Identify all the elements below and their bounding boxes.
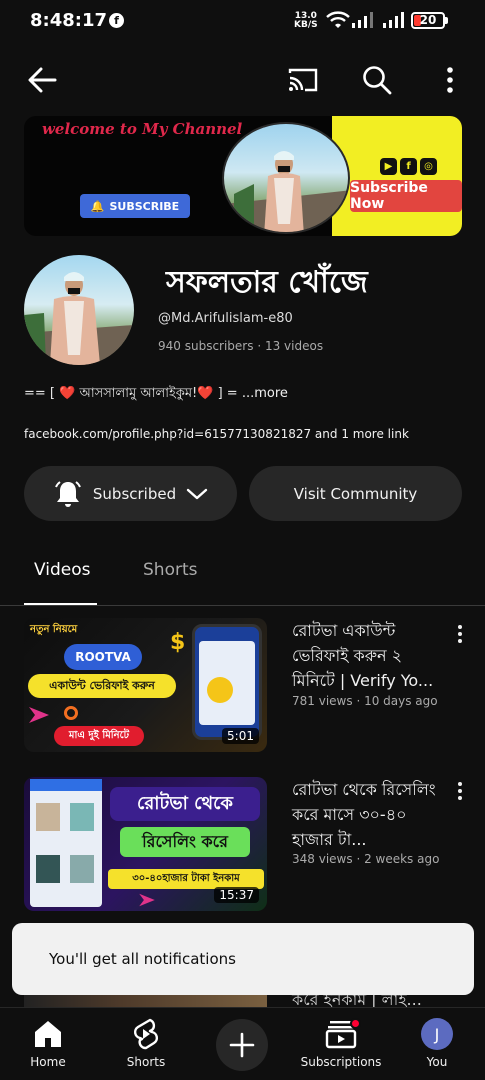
video-age: 10 days ago (364, 694, 438, 708)
video-duration: 15:37 (214, 887, 259, 903)
thumb-phone (192, 624, 262, 740)
tab-videos[interactable]: Videos (34, 560, 91, 580)
notification-toast: You'll get all notifications (12, 923, 474, 995)
nav-shorts-label: Shorts (126, 1055, 166, 1069)
subscribed-label: Subscribed (92, 484, 177, 503)
video-thumbnail[interactable]: রোটভা থেকে রিসেলিং করে ৩০-৪০হাজার টাকা ই… (24, 777, 267, 911)
visit-community-button[interactable]: Visit Community (249, 466, 462, 521)
battery-icon: 20 (411, 12, 445, 29)
rootva-logo-icon (139, 893, 155, 907)
subscribed-button[interactable]: Subscribed (24, 466, 237, 521)
nav-home[interactable]: Home (22, 1008, 74, 1080)
search-icon (363, 66, 392, 95)
banner-subscribe-graphic: 🔔 SUBSCRIBE (80, 194, 190, 218)
banner-social-icons: ▶ f ◎ (380, 158, 437, 175)
bell-icon: 🔔 (90, 199, 105, 213)
thumb-caption: একাউন্ট ভেরিফাই করুন (28, 674, 176, 698)
banner-welcome-text: welcome to My Channel (42, 120, 243, 138)
video-count: 13 videos (264, 339, 324, 353)
battery-level: 20 (419, 13, 437, 27)
meta-separator: · (257, 339, 265, 353)
home-icon (35, 1021, 61, 1047)
description-more-link[interactable]: ...more (242, 386, 288, 401)
channel-banner: welcome to My Channel 🔔 SUBSCRIBE ▶ f ◎ … (24, 116, 462, 236)
cast-button[interactable] (285, 62, 321, 98)
signal-icon-sim2 (383, 12, 404, 28)
instagram-icon: ◎ (420, 158, 437, 175)
banner-subscribe-label: SUBSCRIBE (109, 199, 180, 213)
back-arrow-icon (28, 67, 57, 93)
next-video-thumbnail-peek[interactable] (24, 995, 267, 1007)
nav-subscriptions-label: Subscriptions (300, 1055, 382, 1069)
video-thumbnail[interactable]: নতুন নিয়মে ROOTVA একাউন্ট ভেরিফাই করুন … (24, 618, 267, 752)
more-vert-icon (458, 625, 462, 629)
more-vert-icon (447, 67, 453, 93)
thumb-line1: রোটভা থেকে (110, 787, 260, 821)
toast-message: You'll get all notifications (49, 950, 236, 968)
nav-you[interactable]: J You (413, 1008, 461, 1080)
search-button[interactable] (359, 62, 395, 98)
signal-icon-sim1 (352, 12, 373, 28)
channel-stats: 940 subscribers · 13 videos (158, 339, 323, 353)
tab-shorts[interactable]: Shorts (143, 560, 197, 580)
bell-icon (54, 480, 81, 507)
video-views: 348 views (292, 852, 353, 866)
wifi-icon (326, 11, 350, 28)
channel-avatar[interactable] (24, 255, 134, 365)
more-vert-icon (458, 782, 462, 786)
status-bar: 8:48:17 f 13.0 KB/S 20 (0, 0, 485, 44)
subscriber-count: 940 subscribers (158, 339, 254, 353)
video-menu-button[interactable] (450, 779, 470, 803)
video-menu-button[interactable] (450, 622, 470, 646)
rootva-logo-icon (29, 707, 49, 723)
nav-shorts[interactable]: Shorts (120, 1008, 172, 1080)
description-text: == [ ❤️ আসসালামু আলাইকুম!❤️ ] = (24, 386, 242, 401)
plus-icon (229, 1032, 255, 1058)
banner-subscribe-now: Subscribe Now (350, 180, 462, 212)
account-avatar: J (421, 1018, 453, 1050)
tabs-divider (0, 605, 485, 606)
thumb-line2: রিসেলিং করে (120, 827, 250, 857)
youtube-icon: ▶ (380, 158, 397, 175)
video-age: 2 weeks ago (364, 852, 440, 866)
cast-icon (288, 68, 318, 92)
create-button[interactable] (216, 1019, 268, 1071)
video-meta: 781 views · 10 days ago (292, 694, 438, 708)
status-time: 8:48:17 (30, 10, 108, 31)
thumb-brand: ROOTVA (64, 644, 142, 670)
thumb-footer: মাএ দুই মিনিটে (54, 726, 144, 746)
thumb-line3: ৩০-৪০হাজার টাকা ইনকাম (108, 869, 264, 889)
visit-community-label: Visit Community (293, 484, 418, 503)
network-speed-unit: KB/S (294, 20, 318, 30)
channel-handle: @Md.Arifulislam-e80 (158, 311, 293, 326)
shorts-icon (133, 1018, 159, 1050)
nav-subscriptions[interactable]: Subscriptions (298, 1008, 384, 1080)
channel-links[interactable]: facebook.com/profile.php?id=615771308218… (24, 427, 409, 441)
video-title[interactable]: রোটভা থেকে রিসেলিং করে মাসে ৩০-৪০ হাজার … (292, 777, 442, 852)
new-content-badge (350, 1018, 361, 1029)
back-button[interactable] (24, 62, 60, 98)
chevron-down-icon (186, 488, 208, 499)
thumb-product-list (30, 779, 102, 907)
thumb-top-label: নতুন নিয়মে (30, 624, 78, 635)
facebook-notification-icon: f (109, 13, 124, 28)
video-views: 781 views (292, 694, 353, 708)
banner-photo (222, 122, 350, 234)
more-options-button[interactable] (432, 62, 468, 98)
video-meta: 348 views · 2 weeks ago (292, 852, 440, 866)
facebook-icon: f (400, 158, 417, 175)
network-speed: 13.0 KB/S (294, 12, 318, 30)
nav-home-label: Home (30, 1055, 66, 1069)
video-title[interactable]: রোটভা একাউন্ট ভেরিফাই করুন ২ মিনিটে | Ve… (292, 618, 442, 693)
bottom-navigation: Home Shorts Subscriptions J You (0, 1007, 485, 1080)
dollar-icon: $ (170, 630, 186, 655)
nav-you-label: You (426, 1055, 448, 1069)
video-duration: 5:01 (222, 728, 259, 744)
channel-description[interactable]: == [ ❤️ আসসালামু আলাইকুম!❤️ ] = ...more (24, 384, 288, 405)
channel-name: সফলতার খোঁজে (166, 265, 368, 300)
brand-logo-icon (64, 706, 78, 720)
